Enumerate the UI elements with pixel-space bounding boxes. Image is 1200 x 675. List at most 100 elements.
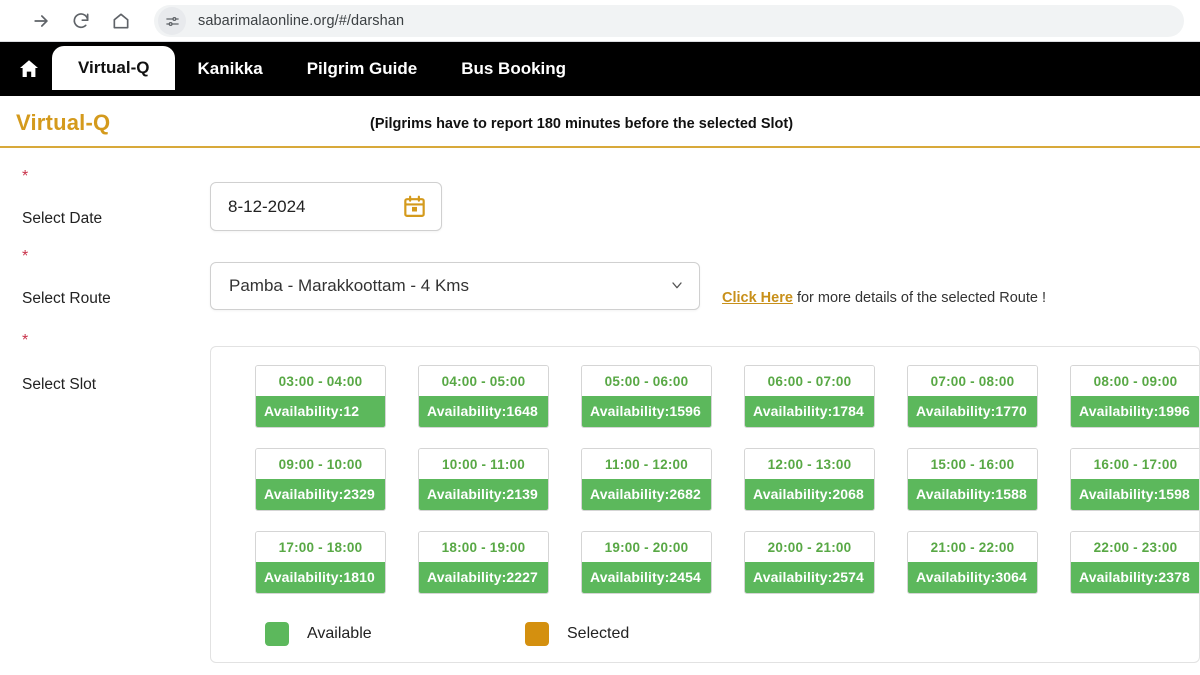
calendar-icon[interactable] — [402, 194, 427, 219]
url-text: sabarimalaonline.org/#/darshan — [198, 13, 405, 29]
slot-card[interactable]: 03:00 - 04:00 Availability:12 — [255, 365, 386, 428]
legend-label: Selected — [567, 625, 630, 642]
label-text: Select Route — [22, 290, 111, 307]
select-date-label: * Select Date — [0, 168, 210, 228]
tab-kanikka[interactable]: Kanikka — [175, 42, 284, 96]
route-hint: Click Here for more details of the selec… — [722, 262, 1046, 306]
slot-card[interactable]: 18:00 - 19:00 Availability:2227 — [418, 531, 549, 594]
slot-time: 20:00 - 21:00 — [745, 532, 874, 562]
slot-availability: Availability:1784 — [745, 396, 874, 427]
slot-card[interactable]: 06:00 - 07:00 Availability:1784 — [744, 365, 875, 428]
site-navigation: Virtual-Q Kanikka Pilgrim Guide Bus Book… — [0, 42, 1200, 96]
legend-label: Available — [307, 625, 372, 642]
slot-time: 03:00 - 04:00 — [256, 366, 385, 396]
tab-label: Virtual-Q — [78, 58, 150, 77]
slot-panel: 03:00 - 04:00 Availability:12 04:00 - 05:0… — [210, 346, 1200, 663]
date-input[interactable]: 8-12-2024 — [210, 182, 442, 231]
legend-item: Available — [265, 622, 525, 646]
slot-availability: Availability:2574 — [745, 562, 874, 593]
slot-time: 09:00 - 10:00 — [256, 449, 385, 479]
label-text: Select Slot — [22, 376, 97, 393]
legend-swatch — [525, 622, 549, 646]
label-text: Select Date — [22, 210, 103, 227]
slot-card[interactable]: 15:00 - 16:00 Availability:1588 — [907, 448, 1038, 511]
slot-availability: Availability:2454 — [582, 562, 711, 593]
slot-availability: Availability:2227 — [419, 562, 548, 593]
slot-card[interactable]: 22:00 - 23:00 Availability:2378 — [1070, 531, 1199, 594]
legend-swatch — [265, 622, 289, 646]
slot-time: 12:00 - 13:00 — [745, 449, 874, 479]
home-icon[interactable] — [104, 4, 138, 38]
slot-card[interactable]: 10:00 - 11:00 Availability:2139 — [418, 448, 549, 511]
slot-legend: Available Selected — [255, 622, 1199, 646]
slot-availability: Availability:1810 — [256, 562, 385, 593]
tab-pilgrim-guide[interactable]: Pilgrim Guide — [285, 42, 440, 96]
slot-time: 11:00 - 12:00 — [582, 449, 711, 479]
tab-label: Bus Booking — [461, 59, 567, 78]
slot-availability: Availability:2068 — [745, 479, 874, 510]
slot-availability: Availability:3064 — [908, 562, 1037, 593]
slot-availability: Availability:1996 — [1071, 396, 1199, 427]
tab-label: Pilgrim Guide — [306, 59, 418, 78]
slot-card[interactable]: 19:00 - 20:00 Availability:2454 — [581, 531, 712, 594]
slot-time: 05:00 - 06:00 — [582, 366, 711, 396]
slot-card[interactable]: 04:00 - 05:00 Availability:1648 — [418, 365, 549, 428]
slot-time: 17:00 - 18:00 — [256, 532, 385, 562]
slot-availability: Availability:2378 — [1071, 562, 1199, 593]
slot-row: * Select Slot 03:00 - 04:00 Availability:… — [0, 332, 1200, 663]
slot-time: 07:00 - 08:00 — [908, 366, 1037, 396]
slot-card[interactable]: 09:00 - 10:00 Availability:2329 — [255, 448, 386, 511]
slot-availability: Availability:12 — [256, 396, 385, 427]
required-asterisk: * — [22, 168, 29, 185]
route-select[interactable]: Pamba - Marakkoottam - 4 Kms — [210, 262, 700, 310]
route-row: * Select Route Pamba - Marakkoottam - 4 … — [0, 248, 1200, 310]
slot-card[interactable]: 20:00 - 21:00 Availability:2574 — [744, 531, 875, 594]
slot-card[interactable]: 16:00 - 17:00 Availability:1598 — [1070, 448, 1199, 511]
slot-time: 10:00 - 11:00 — [419, 449, 548, 479]
slot-time: 21:00 - 22:00 — [908, 532, 1037, 562]
slot-time: 04:00 - 05:00 — [419, 366, 548, 396]
slot-availability: Availability:1596 — [582, 396, 711, 427]
slot-time: 18:00 - 19:00 — [419, 532, 548, 562]
page-header: Virtual-Q (Pilgrims have to report 180 m… — [0, 96, 1200, 148]
page-content: Virtual-Q (Pilgrims have to report 180 m… — [0, 96, 1200, 675]
slot-availability: Availability:1598 — [1071, 479, 1199, 510]
slot-card[interactable]: 12:00 - 13:00 Availability:2068 — [744, 448, 875, 511]
browser-toolbar: sabarimalaonline.org/#/darshan — [0, 0, 1200, 42]
slot-card[interactable]: 17:00 - 18:00 Availability:1810 — [255, 531, 386, 594]
slot-time: 19:00 - 20:00 — [582, 532, 711, 562]
select-slot-label: * Select Slot — [0, 332, 210, 394]
route-details-link[interactable]: Click Here — [722, 290, 793, 306]
slot-time: 16:00 - 17:00 — [1071, 449, 1199, 479]
slot-time: 22:00 - 23:00 — [1071, 532, 1199, 562]
slot-time: 15:00 - 16:00 — [908, 449, 1037, 479]
slot-card[interactable]: 21:00 - 22:00 Availability:3064 — [907, 531, 1038, 594]
reporting-note: (Pilgrims have to report 180 minutes bef… — [370, 116, 794, 132]
slot-availability: Availability:1770 — [908, 396, 1037, 427]
slot-availability: Availability:2139 — [419, 479, 548, 510]
forward-arrow-icon[interactable] — [24, 4, 58, 38]
route-value: Pamba - Marakkoottam - 4 Kms — [229, 276, 469, 295]
route-hint-text: for more details of the selected Route ! — [792, 290, 1047, 306]
required-asterisk: * — [22, 248, 29, 265]
slot-card[interactable]: 07:00 - 08:00 Availability:1770 — [907, 365, 1038, 428]
slot-availability: Availability:1588 — [908, 479, 1037, 510]
address-bar[interactable]: sabarimalaonline.org/#/darshan — [154, 5, 1184, 37]
select-route-label: * Select Route — [0, 248, 210, 308]
slot-card[interactable]: 11:00 - 12:00 Availability:2682 — [581, 448, 712, 511]
tab-virtual-q[interactable]: Virtual-Q — [52, 46, 176, 90]
page-title: Virtual-Q — [16, 110, 111, 135]
site-home-icon[interactable] — [6, 42, 52, 96]
tab-bus-booking[interactable]: Bus Booking — [439, 42, 588, 96]
page-settings-icon[interactable] — [158, 7, 186, 35]
slot-availability: Availability:1648 — [419, 396, 548, 427]
slot-time: 06:00 - 07:00 — [745, 366, 874, 396]
slot-availability: Availability:2329 — [256, 479, 385, 510]
reload-icon[interactable] — [64, 4, 98, 38]
chevron-down-icon[interactable] — [669, 277, 685, 295]
slot-card[interactable]: 08:00 - 09:00 Availability:1996 — [1070, 365, 1199, 428]
tab-label: Kanikka — [197, 59, 263, 78]
required-asterisk: * — [22, 332, 29, 349]
slot-card[interactable]: 05:00 - 06:00 Availability:1596 — [581, 365, 712, 428]
legend-item: Selected — [525, 622, 629, 646]
